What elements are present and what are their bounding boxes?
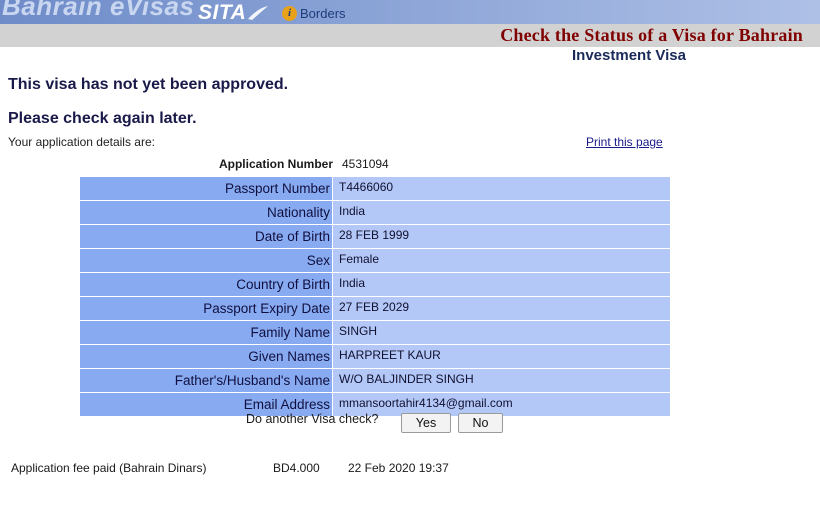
no-button[interactable]: No — [458, 413, 503, 433]
application-number-value: 4531094 — [342, 157, 389, 171]
borders-logo-text: Borders — [300, 5, 346, 21]
application-details-table: Passport Number T4466060 Nationality Ind… — [80, 177, 670, 417]
another-check-question: Do another Visa check? — [246, 412, 379, 426]
application-number-label: Application Number — [218, 157, 333, 171]
visa-type-heading: Investment Visa — [572, 47, 686, 64]
date-of-birth-label: Date of Birth — [80, 225, 333, 248]
passport-number-label: Passport Number — [80, 177, 333, 200]
details-intro-text: Your application details are: — [8, 135, 155, 149]
bahrain-evisas-logo: Bahrain eVisas — [2, 0, 195, 21]
table-row: Sex Female — [80, 249, 670, 273]
table-row: Passport Number T4466060 — [80, 177, 670, 201]
table-row: Family Name SINGH — [80, 321, 670, 345]
status-message: This visa has not yet been approved. — [8, 76, 289, 93]
table-row: Passport Expiry Date 27 FEB 2029 — [80, 297, 670, 321]
nationality-label: Nationality — [80, 201, 333, 224]
table-row: Given Names HARPREET KAUR — [80, 345, 670, 369]
table-row: Nationality India — [80, 201, 670, 225]
sita-swoosh-icon — [248, 6, 268, 20]
header-banner: Bahrain eVisas SITA i Borders — [0, 0, 820, 24]
sex-value: Female — [333, 249, 670, 272]
passport-expiry-date-value: 27 FEB 2029 — [333, 297, 670, 320]
date-of-birth-value: 28 FEB 1999 — [333, 225, 670, 248]
passport-number-value: T4466060 — [333, 177, 670, 200]
info-icon: i — [282, 5, 297, 21]
yes-button[interactable]: Yes — [401, 413, 451, 433]
table-row: Country of Birth India — [80, 273, 670, 297]
family-name-value: SINGH — [333, 321, 670, 344]
fee-amount: BD4.000 — [273, 461, 320, 475]
table-row: Father's/Husband's Name W/O BALJINDER SI… — [80, 369, 670, 393]
father-husband-name-value: W/O BALJINDER SINGH — [333, 369, 670, 392]
fee-label: Application fee paid (Bahrain Dinars) — [11, 461, 207, 475]
status-instruction: Please check again later. — [8, 110, 197, 127]
fee-paid-date: 22 Feb 2020 19:37 — [348, 461, 449, 475]
country-of-birth-label: Country of Birth — [80, 273, 333, 296]
father-husband-name-label: Father's/Husband's Name — [80, 369, 333, 392]
given-names-label: Given Names — [80, 345, 333, 368]
family-name-label: Family Name — [80, 321, 333, 344]
sex-label: Sex — [80, 249, 333, 272]
print-page-link[interactable]: Print this page — [586, 135, 663, 149]
passport-expiry-date-label: Passport Expiry Date — [80, 297, 333, 320]
table-row: Date of Birth 28 FEB 1999 — [80, 225, 670, 249]
given-names-value: HARPREET KAUR — [333, 345, 670, 368]
nationality-value: India — [333, 201, 670, 224]
sita-logo: SITA — [198, 1, 247, 24]
page-title: Check the Status of a Visa for Bahrain — [500, 25, 803, 45]
borders-logo: i Borders — [282, 4, 346, 22]
country-of-birth-value: India — [333, 273, 670, 296]
